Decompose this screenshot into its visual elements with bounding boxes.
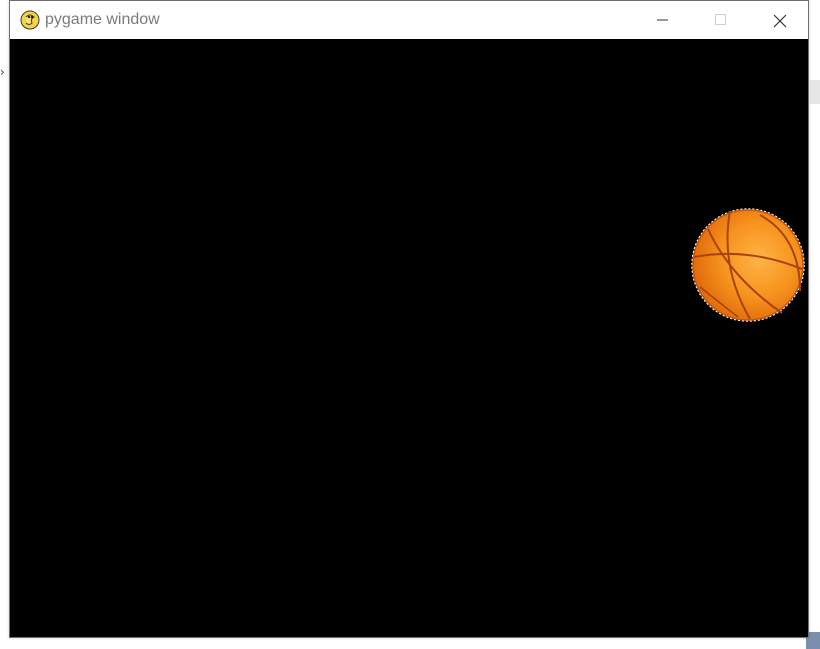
background-arrow-icon: ›	[0, 65, 5, 79]
maximize-icon	[715, 14, 726, 25]
background-app-strip	[810, 80, 820, 104]
close-icon	[773, 14, 787, 28]
title-bar[interactable]: pygame window	[10, 1, 808, 39]
minimize-icon	[657, 19, 668, 21]
minimize-button[interactable]	[634, 1, 692, 39]
window-title: pygame window	[45, 11, 160, 28]
game-canvas[interactable]	[10, 39, 808, 637]
maximize-button[interactable]	[692, 1, 750, 39]
pygame-snake-icon	[20, 10, 40, 30]
pygame-window[interactable]: pygame window	[9, 0, 809, 638]
close-button[interactable]	[750, 1, 808, 39]
basketball-sprite	[691, 208, 805, 322]
